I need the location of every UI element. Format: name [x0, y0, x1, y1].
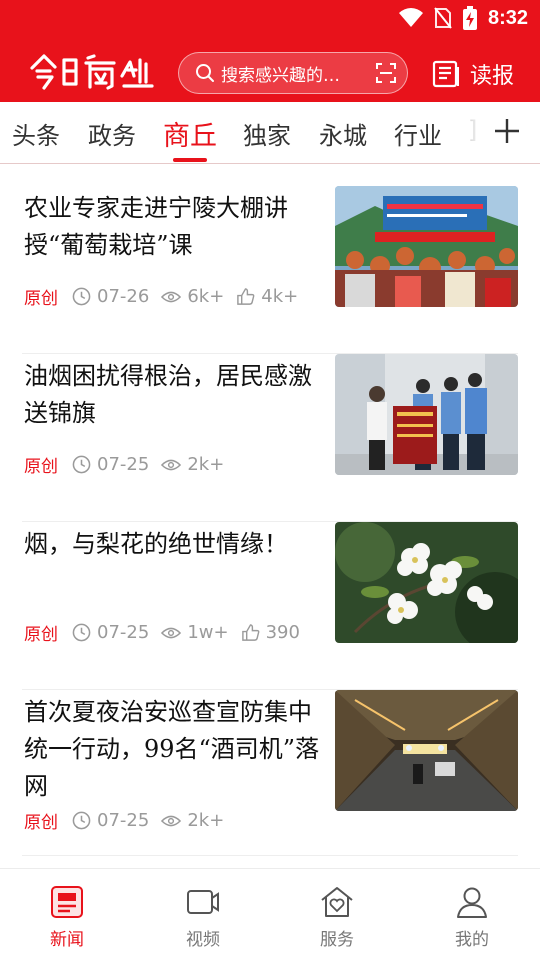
channel-tabs: 头条 政务 商丘 独家 永城 行业 ] [0, 102, 540, 164]
nav-video[interactable]: 视频 [163, 885, 243, 955]
eye-icon [161, 291, 182, 302]
wifi-icon [398, 8, 423, 27]
article-thumbnail [335, 522, 518, 643]
status-bar: 8:32 [0, 0, 540, 36]
news-icon [51, 886, 83, 918]
nav-service-label: 服务 [320, 930, 354, 950]
bottom-nav: 新闻 视频 服务 我的 [0, 868, 540, 960]
add-channel-icon[interactable] [494, 118, 520, 144]
nav-news[interactable]: 新闻 [27, 885, 107, 955]
tab-toutiao[interactable]: 头条 [12, 116, 60, 151]
app-bar: 搜索感兴趣的… 读报 [0, 44, 540, 102]
read-newspaper-button[interactable]: 读报 [432, 54, 514, 94]
search-bar[interactable]: 搜索感兴趣的… [178, 52, 408, 94]
app-screen: 8:32 搜索感兴趣的… 读报 头条 政务 商丘 独家 永城 行业 农业专家走进… [0, 0, 540, 960]
search-icon [196, 64, 214, 82]
article-thumbnail [335, 690, 518, 811]
article-title: 首次夏夜治安巡查宣防集中统一行动，99名“酒司机”落网 [24, 698, 320, 800]
active-tab-indicator [173, 158, 207, 162]
status-time: 8:32 [487, 6, 528, 29]
article-views: 2k+ [187, 454, 225, 475]
battery-charging-icon [462, 6, 477, 30]
original-tag: 原创 [24, 289, 58, 309]
video-icon [187, 890, 219, 914]
original-tag: 原创 [24, 813, 58, 833]
original-tag: 原创 [24, 625, 58, 645]
scan-icon[interactable] [375, 62, 397, 84]
tab-zhengwu[interactable]: 政务 [88, 116, 136, 151]
article-title: 烟，与梨花的绝世情缘！ [24, 530, 288, 558]
tab-shangqiu[interactable]: 商丘 [163, 114, 217, 153]
thumbs-up-icon [237, 288, 255, 305]
eye-icon [161, 815, 182, 826]
article-views: 2k+ [187, 810, 225, 831]
nav-video-label: 视频 [186, 930, 220, 950]
article-meta: 原创 07-25 2k+ [24, 452, 236, 477]
nav-news-label: 新闻 [50, 930, 84, 950]
app-logo[interactable] [28, 52, 154, 92]
clock-icon [72, 287, 91, 306]
nav-profile[interactable]: 我的 [432, 885, 512, 955]
article-likes: 390 [265, 622, 300, 643]
logo-calligraphy [30, 54, 154, 90]
read-newspaper-label: 读报 [470, 64, 515, 89]
eye-icon [161, 459, 182, 470]
article-meta: 原创 07-26 6k+ 4k+ [24, 284, 310, 309]
article-thumbnail [335, 186, 518, 307]
article-date: 07-25 [97, 810, 150, 831]
nav-service[interactable]: 服务 [297, 885, 377, 955]
original-tag: 原创 [24, 457, 58, 477]
article-meta: 原创 07-25 2k+ [24, 808, 236, 833]
article-item[interactable]: 油烟困扰得根治，居民感激送锦旗 原创 07-25 2k+ [22, 354, 518, 522]
article-date: 07-25 [97, 454, 150, 475]
article-meta: 原创 07-25 1w+ 390 [24, 620, 312, 645]
search-placeholder: 搜索感兴趣的… [221, 65, 340, 86]
no-sim-icon [434, 7, 452, 29]
eye-icon [161, 627, 182, 638]
service-icon [321, 887, 353, 917]
article-date: 07-26 [97, 286, 150, 307]
nav-profile-label: 我的 [455, 930, 489, 950]
profile-icon [457, 887, 487, 918]
header: 8:32 搜索感兴趣的… 读报 [0, 0, 540, 102]
article-title: 农业专家走进宁陵大棚讲授“葡萄栽培”课 [24, 194, 288, 259]
article-views: 1w+ [187, 622, 229, 643]
article-item[interactable]: 农业专家走进宁陵大棚讲授“葡萄栽培”课 原创 07-26 6k+ 4k+ [22, 186, 518, 354]
article-likes: 4k+ [261, 286, 299, 307]
article-views: 6k+ [187, 286, 225, 307]
article-date: 07-25 [97, 622, 150, 643]
tab-hangye[interactable]: 行业 [394, 116, 442, 151]
article-item[interactable]: 首次夏夜治安巡查宣防集中统一行动，99名“酒司机”落网 原创 07-25 2k+ [22, 690, 518, 856]
newspaper-icon [432, 60, 459, 88]
clock-icon [72, 623, 91, 642]
clock-icon [72, 455, 91, 474]
tab-dujia[interactable]: 独家 [243, 116, 291, 151]
clock-icon [72, 811, 91, 830]
tab-yongcheng[interactable]: 永城 [319, 116, 367, 151]
article-title: 油烟困扰得根治，居民感激送锦旗 [24, 362, 312, 427]
article-item[interactable]: 烟，与梨花的绝世情缘！ 原创 07-25 1w+ 390 [22, 522, 518, 690]
thumbs-up-icon [241, 624, 259, 641]
article-thumbnail [335, 354, 518, 475]
